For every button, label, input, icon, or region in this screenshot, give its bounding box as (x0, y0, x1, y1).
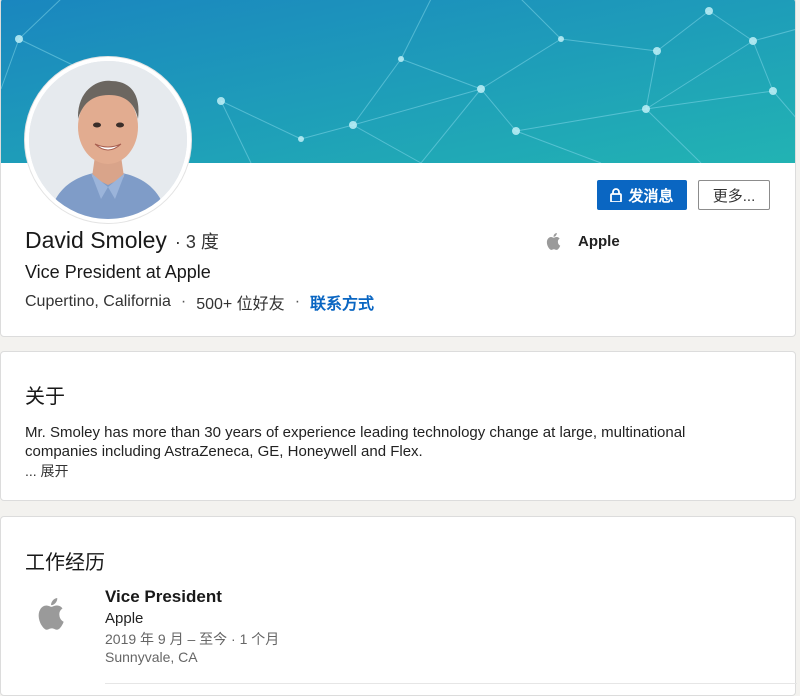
experience-company: Apple (105, 610, 144, 627)
connection-degree: · 3 度 (174, 232, 219, 252)
about-card: 关于 Mr. Smoley has more than 30 years of … (0, 351, 796, 501)
name-row: David Smoley · 3 度 (25, 227, 219, 254)
connections-count[interactable]: 500+ 位好友 (196, 290, 285, 314)
profile-headline: Vice President at Apple (25, 262, 211, 282)
separator: · (180, 293, 187, 310)
profile-meta: Cupertino, California · 500+ 位好友 · 联系方式 (25, 290, 374, 314)
about-title: 关于 (25, 386, 65, 408)
separator: · (294, 293, 301, 310)
experience-dates: 2019 年 9 月 – 至今 · 1 个月 (105, 631, 280, 647)
experience-role[interactable]: Vice President (105, 587, 222, 607)
current-company-name: Apple (578, 232, 620, 250)
apple-logo-icon (546, 233, 561, 250)
apple-logo-icon[interactable] (37, 595, 67, 631)
about-text: Mr. Smoley has more than 30 years of exp… (25, 424, 686, 460)
contact-info-link[interactable]: 联系方式 (310, 290, 374, 314)
experience-location: Sunnyvale, CA (105, 649, 198, 665)
expand-link[interactable]: ... 展开 (25, 461, 69, 481)
lock-icon (610, 188, 623, 202)
experience-title: 工作经历 (25, 552, 105, 574)
profile-avatar[interactable] (25, 57, 191, 223)
profile-name: David Smoley (25, 227, 167, 253)
message-button[interactable]: 发消息 (597, 180, 687, 210)
more-button-label: 更多... (712, 187, 756, 205)
message-button-label: 发消息 (628, 187, 674, 205)
profile-location: Cupertino, California (25, 293, 171, 310)
current-company[interactable]: Apple (546, 232, 620, 250)
experience-card: 工作经历 Vice President Apple 2019 年 9 月 – 至… (0, 516, 797, 696)
profile-card: 发消息 更多... David Smoley · 3 度 Vice Presid… (0, 0, 796, 337)
more-button[interactable]: 更多... (698, 180, 770, 210)
